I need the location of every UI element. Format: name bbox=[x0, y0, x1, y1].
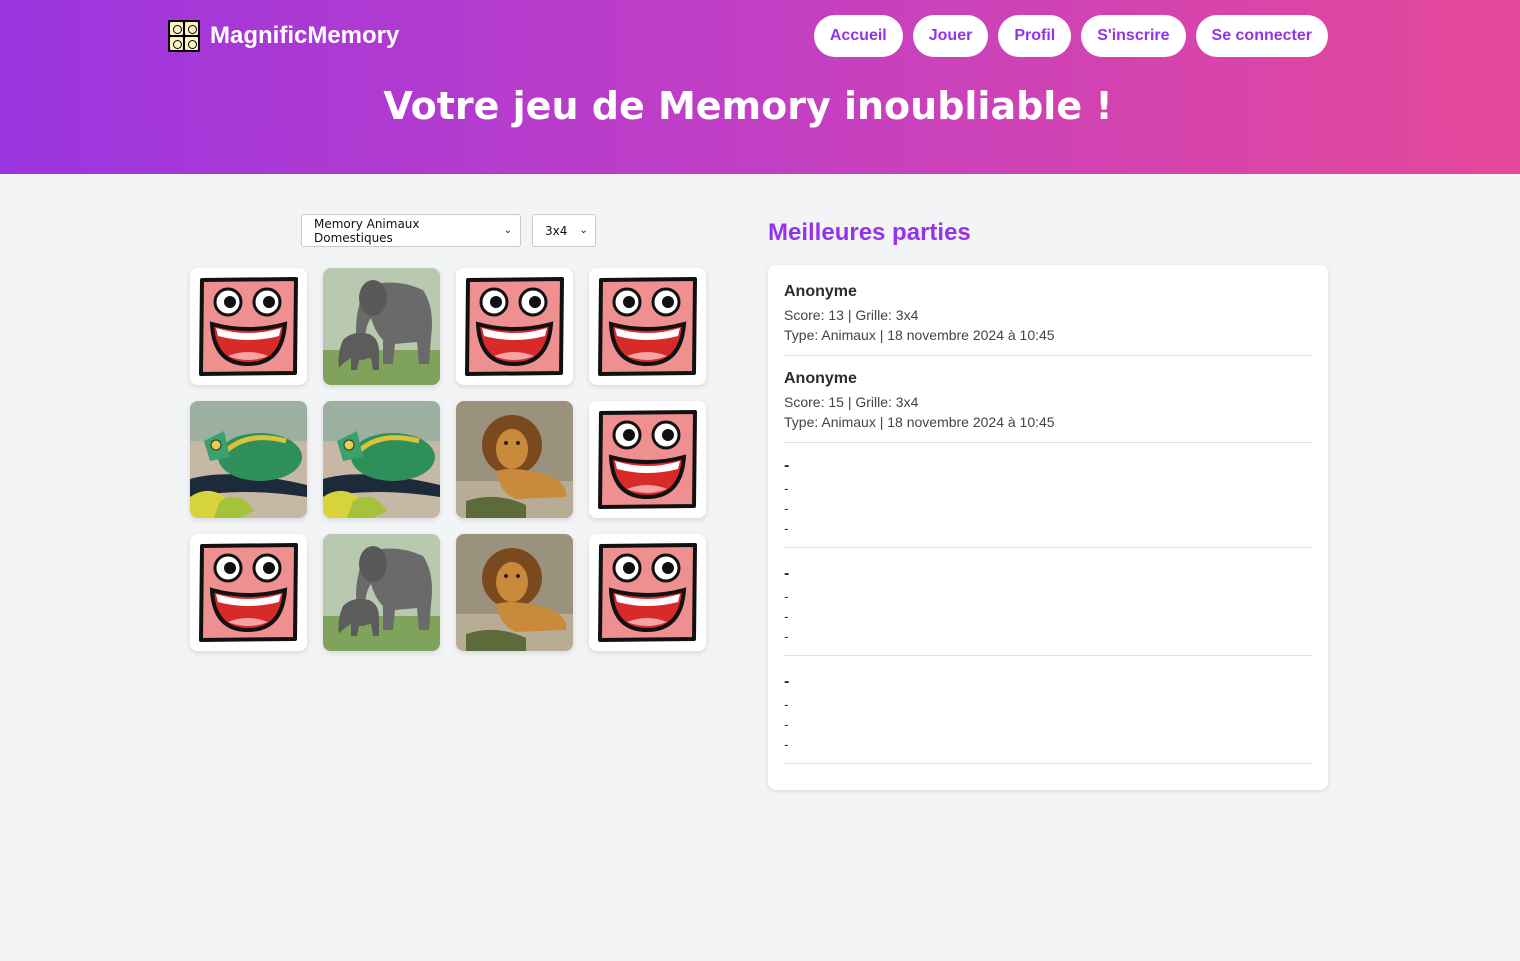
entry-player-name: Anonyme bbox=[784, 370, 857, 387]
entry-line: - bbox=[784, 608, 789, 624]
leaderboard-title: Meilleures parties bbox=[768, 219, 971, 246]
brand-logo[interactable]: MagnificMemory bbox=[168, 20, 399, 52]
entry-score: Score: 15 | Grille: 3x4 bbox=[784, 394, 919, 410]
nav-connecter-button[interactable]: Se connecter bbox=[1195, 15, 1328, 57]
memory-card-chameleon[interactable] bbox=[323, 401, 440, 518]
chevron-down-icon: ⌄ bbox=[503, 225, 512, 236]
memory-card-lion[interactable] bbox=[456, 534, 573, 651]
memory-card-facedown[interactable] bbox=[190, 268, 307, 385]
entry-line: - bbox=[784, 716, 789, 732]
entry-line: - bbox=[784, 736, 789, 752]
leaderboard-entry-empty: - - - - bbox=[784, 457, 1312, 548]
leaderboard-entry-empty: - - - - bbox=[784, 565, 1312, 656]
memory-board bbox=[190, 268, 706, 651]
nav-accueil-button[interactable]: Accueil bbox=[813, 15, 903, 57]
entry-line: - bbox=[784, 500, 789, 516]
leaderboard-entry: Anonyme Score: 13 | Grille: 3x4 Type: An… bbox=[784, 283, 1312, 356]
entry-line: - bbox=[784, 628, 789, 644]
memory-card-facedown[interactable] bbox=[589, 401, 706, 518]
game-controls: Memory Animaux Domestiques ⌄ 3x4 ⌄ bbox=[301, 214, 596, 247]
nav-jouer-button[interactable]: Jouer bbox=[912, 15, 989, 57]
main-nav: Accueil Jouer Profil S'inscrire Se conne… bbox=[813, 15, 1328, 57]
entry-player-name: - bbox=[784, 457, 790, 474]
grid-size-value: 3x4 bbox=[545, 223, 568, 238]
entry-line: - bbox=[784, 520, 789, 536]
entry-score: Score: 13 | Grille: 3x4 bbox=[784, 307, 919, 323]
memory-card-lion[interactable] bbox=[456, 401, 573, 518]
memory-card-facedown[interactable] bbox=[589, 534, 706, 651]
memory-card-facedown[interactable] bbox=[190, 534, 307, 651]
entry-type-date: Type: Animaux | 18 novembre 2024 à 10:45 bbox=[784, 414, 1055, 430]
memory-card-elephant[interactable] bbox=[323, 268, 440, 385]
nav-profil-button[interactable]: Profil bbox=[998, 15, 1072, 57]
entry-player-name: - bbox=[784, 565, 790, 582]
hero-title: Votre jeu de Memory inoubliable ! bbox=[383, 84, 1113, 128]
leaderboard-panel: Anonyme Score: 13 | Grille: 3x4 Type: An… bbox=[768, 265, 1328, 790]
entry-type-date: Type: Animaux | 18 novembre 2024 à 10:45 bbox=[784, 327, 1055, 343]
game-type-select[interactable]: Memory Animaux Domestiques ⌄ bbox=[301, 214, 521, 247]
leaderboard-entry: Anonyme Score: 15 | Grille: 3x4 Type: An… bbox=[784, 370, 1312, 443]
entry-line: - bbox=[784, 480, 789, 496]
chevron-down-icon: ⌄ bbox=[579, 225, 588, 236]
entry-player-name: Anonyme bbox=[784, 283, 857, 300]
entry-player-name: - bbox=[784, 673, 790, 690]
site-header: MagnificMemory Accueil Jouer Profil S'in… bbox=[0, 0, 1520, 174]
memory-card-chameleon[interactable] bbox=[190, 401, 307, 518]
brand-name: MagnificMemory bbox=[210, 22, 400, 49]
memory-card-elephant[interactable] bbox=[323, 534, 440, 651]
grid-size-select[interactable]: 3x4 ⌄ bbox=[532, 214, 596, 247]
entry-line: - bbox=[784, 696, 789, 712]
memory-card-facedown[interactable] bbox=[589, 268, 706, 385]
entry-line: - bbox=[784, 588, 789, 604]
nav-inscrire-button[interactable]: S'inscrire bbox=[1081, 15, 1186, 57]
game-type-value: Memory Animaux Domestiques bbox=[314, 216, 420, 245]
leaderboard-entry-empty: - - - - bbox=[784, 673, 1312, 764]
memory-grid-icon bbox=[168, 20, 200, 52]
memory-card-facedown[interactable] bbox=[456, 268, 573, 385]
